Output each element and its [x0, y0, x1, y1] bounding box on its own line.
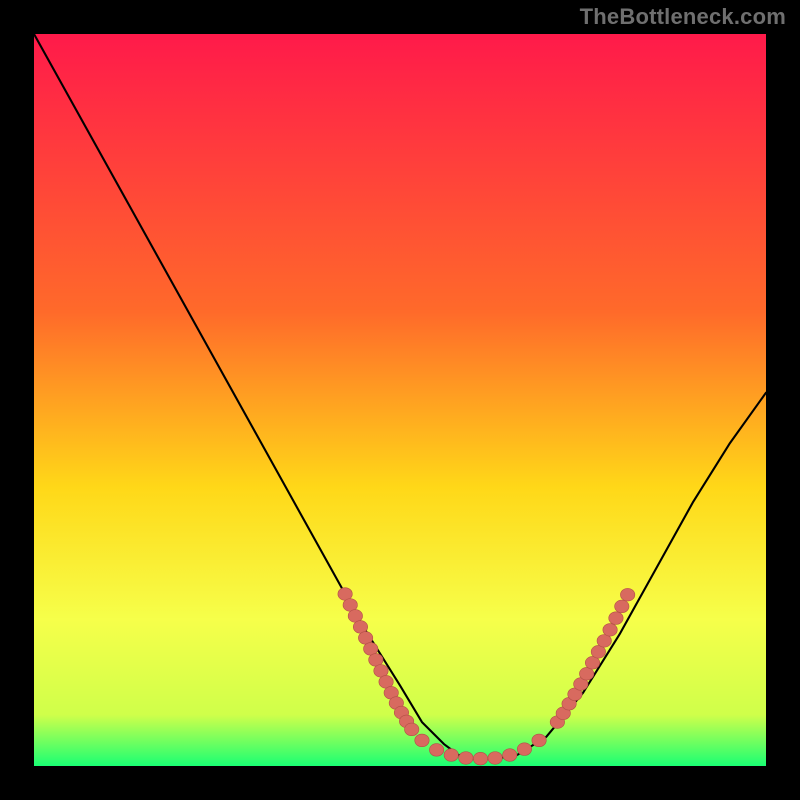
- chart-svg: [0, 0, 800, 800]
- marker-dot: [503, 749, 517, 762]
- marker-dot: [532, 734, 546, 747]
- marker-dot: [620, 588, 634, 601]
- marker-dot: [615, 600, 629, 613]
- marker-dot: [488, 752, 502, 765]
- marker-dot: [517, 743, 531, 756]
- marker-dot: [429, 744, 443, 757]
- marker-dot: [609, 612, 623, 625]
- marker-dot: [459, 752, 473, 765]
- plot-background: [34, 34, 766, 766]
- chart-stage: { "watermark": "TheBottleneck.com", "col…: [0, 0, 800, 800]
- marker-dot: [415, 734, 429, 747]
- marker-dot: [444, 749, 458, 762]
- marker-dot: [603, 624, 617, 637]
- marker-dot: [473, 752, 487, 765]
- marker-dot: [405, 723, 419, 736]
